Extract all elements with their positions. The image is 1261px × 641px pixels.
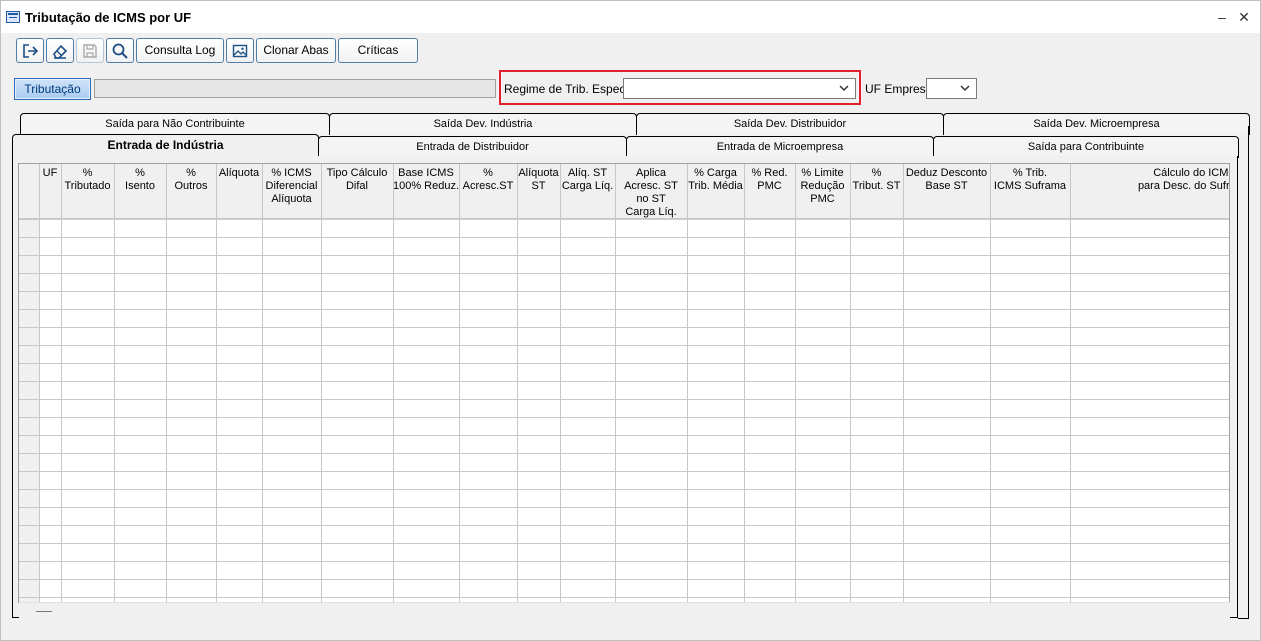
window-app-icon [6, 11, 20, 23]
uf-empresa-select[interactable] [926, 78, 977, 99]
minimize-button[interactable]: – [1211, 7, 1233, 27]
regime-label: Regime de Trib. Especial [504, 82, 638, 96]
column-header-6[interactable]: % ICMS Diferencial Alíquota [266, 167, 318, 205]
column-header-13[interactable]: % Carga Trib. Média [688, 167, 743, 192]
tab-saida-dev-microempresa[interactable]: Saída Dev. Microempresa [943, 113, 1250, 135]
tab-panel-shadow-border [1238, 126, 1249, 619]
regime-select[interactable] [623, 78, 856, 99]
tab-saida-nao-contribuinte[interactable]: Saída para Não Contribuinte [20, 113, 330, 135]
save-button[interactable] [76, 38, 104, 63]
uf-empresa-label: UF Empresa [865, 82, 933, 96]
window-title: Tributação de ICMS por UF [25, 10, 192, 25]
tab-saida-dev-industria[interactable]: Saída Dev. Indústria [329, 113, 637, 135]
chevron-down-icon [960, 85, 970, 92]
close-button[interactable]: ✕ [1233, 7, 1255, 27]
tab-entrada-industria[interactable]: Entrada de Indústria [12, 134, 319, 158]
grid-canvas: UF% Tributado% Isento% OutrosAlíquota% ICMS… [19, 164, 1229, 602]
clear-button[interactable] [46, 38, 74, 63]
tributacao-button[interactable]: Tributação [14, 78, 91, 100]
save-icon [83, 44, 97, 58]
tab-saida-contribuinte[interactable]: Saída para Contribuinte [933, 136, 1239, 158]
criticas-button[interactable]: Críticas [338, 38, 418, 63]
data-grid[interactable]: UF% Tributado% Isento% Outros Alíquota% ICMS… [18, 163, 1230, 603]
row-indicator-column [19, 219, 39, 602]
tab-entrada-distribuidor[interactable]: Entrada de Distribuidor [318, 136, 627, 158]
column-header-5[interactable]: Alíquota [219, 167, 260, 179]
horizontal-scrollbar[interactable] [19, 602, 1230, 620]
column-header-11[interactable]: Alíq. ST Carga Líq. [562, 167, 613, 192]
exit-button[interactable] [16, 38, 44, 63]
title-bar: Tributação de ICMS por UF – ✕ [1, 1, 1260, 33]
tab-saida-dev-distribuidor[interactable]: Saída Dev. Distribuidor [636, 113, 944, 135]
scrollbar-thumb[interactable] [36, 611, 52, 612]
search-button[interactable] [106, 38, 134, 63]
image-icon [232, 44, 248, 58]
search-icon [112, 43, 128, 59]
clonar-abas-button[interactable]: Clonar Abas [256, 38, 336, 63]
tributacao-field[interactable] [94, 79, 496, 98]
tab-entrada-microempresa[interactable]: Entrada de Microempresa [626, 136, 934, 158]
image-button[interactable] [226, 38, 254, 63]
exit-icon [23, 44, 39, 58]
chevron-down-icon [839, 85, 849, 92]
eraser-icon [53, 44, 68, 59]
column-header-1[interactable]: UF [43, 167, 58, 179]
column-header-8[interactable]: Base ICMS 100% Reduz. [393, 167, 459, 192]
window: Tributação de ICMS por UF – ✕ Consulta L… [0, 0, 1261, 641]
consulta-log-button[interactable]: Consulta Log [136, 38, 224, 63]
